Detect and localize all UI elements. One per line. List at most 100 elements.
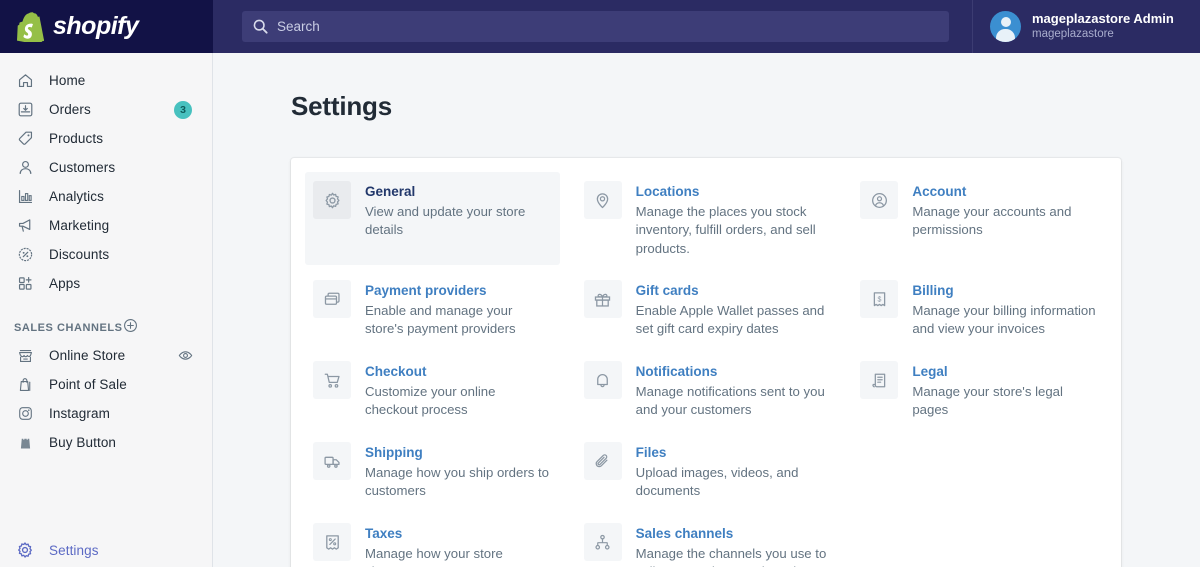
location-pin-icon — [583, 181, 622, 219]
sidebar-item-online-store[interactable]: Online Store — [0, 341, 212, 370]
settings-item-desc: View and update your store details — [365, 203, 526, 238]
channels-node-icon — [583, 523, 622, 561]
sidebar-item-point-of-sale[interactable]: Point of Sale — [0, 370, 212, 399]
settings-item-checkout[interactable]: Checkout Customize your online checkout … — [305, 352, 560, 427]
page-title: Settings — [291, 91, 392, 121]
billing-receipt-icon: $ — [860, 280, 899, 318]
eye-icon[interactable] — [178, 348, 193, 363]
tax-receipt-icon — [313, 523, 351, 561]
storefront-icon — [14, 347, 36, 364]
settings-item-desc: Enable and manage your store's payment p… — [365, 302, 516, 337]
sidebar-item-label: Discounts — [49, 247, 110, 262]
settings-item-title: Billing — [912, 283, 954, 298]
settings-item-taxes[interactable]: Taxes Manage how your store charges taxe… — [305, 514, 560, 567]
products-tag-icon — [14, 130, 36, 147]
settings-item-title: General — [365, 184, 416, 199]
settings-item-legal[interactable]: Legal Manage your store's legal pages — [852, 352, 1107, 427]
settings-item-title: Shipping — [365, 445, 423, 460]
sidebar-item-label: Instagram — [49, 406, 110, 421]
sidebar-footer: Settings — [0, 533, 212, 567]
sidebar-item-buy-button[interactable]: Buy Button — [0, 428, 212, 457]
sales-channels-header: SALES CHANNELS — [0, 315, 212, 341]
sidebar-item-analytics[interactable]: Analytics — [0, 182, 212, 211]
search-icon — [253, 19, 268, 34]
settings-item-title: Account — [912, 184, 967, 199]
settings-item-desc: Manage the channels you use to sell your… — [635, 545, 827, 567]
settings-item-title: Checkout — [365, 364, 427, 379]
sidebar-item-label: Point of Sale — [49, 377, 127, 392]
settings-item-desc: Manage your billing information and view… — [912, 302, 1096, 337]
orders-icon — [14, 101, 36, 118]
paperclip-icon — [583, 442, 622, 480]
settings-item-title: Files — [635, 445, 667, 460]
sidebar-item-label: Home — [49, 73, 86, 88]
sidebar-item-apps[interactable]: Apps — [0, 269, 212, 298]
sidebar-item-label: Settings — [49, 542, 99, 558]
search-zone: Search — [213, 0, 972, 53]
apps-grid-plus-icon — [14, 275, 36, 292]
settings-column-3: Account Manage your accounts and permiss… — [844, 172, 1121, 567]
sidebar-item-marketing[interactable]: Marketing — [0, 211, 212, 240]
user-menu[interactable]: mageplazastore Admin mageplazastore — [972, 0, 1200, 53]
settings-item-account[interactable]: Account Manage your accounts and permiss… — [852, 172, 1107, 265]
shopify-bag-icon — [17, 11, 44, 42]
search-input[interactable]: Search — [242, 11, 949, 42]
sidebar-item-label: Products — [49, 131, 104, 146]
settings-item-files[interactable]: Files Upload images, videos, and documen… — [576, 433, 837, 508]
home-icon — [14, 72, 36, 89]
settings-item-locations[interactable]: Locations Manage the places you stock in… — [576, 172, 837, 265]
sidebar-item-home[interactable]: Home — [0, 66, 212, 95]
sidebar-item-customers[interactable]: Customers — [0, 153, 212, 182]
orders-badge: 3 — [174, 100, 192, 119]
settings-item-desc: Manage your accounts and permissions — [912, 203, 1072, 238]
analytics-bar-icon — [14, 188, 36, 205]
settings-item-desc: Customize your online checkout process — [365, 383, 496, 418]
settings-item-desc: Manage notifications sent to you and you… — [635, 383, 825, 418]
sidebar-item-label: Online Store — [49, 348, 126, 363]
gift-icon — [583, 280, 622, 318]
sidebar-item-discounts[interactable]: Discounts — [0, 240, 212, 269]
settings-item-desc: Manage your store's legal pages — [912, 383, 1063, 418]
settings-item-payment-providers[interactable]: Payment providers Enable and manage your… — [305, 271, 560, 346]
settings-item-general[interactable]: General View and update your store detai… — [305, 172, 560, 265]
settings-item-notifications[interactable]: Notifications Manage notifications sent … — [576, 352, 837, 427]
svg-text:$: $ — [877, 296, 881, 303]
sidebar-item-label: Marketing — [49, 218, 110, 233]
sidebar-item-instagram[interactable]: Instagram — [0, 399, 212, 428]
customers-icon — [14, 159, 36, 176]
settings-item-shipping[interactable]: Shipping Manage how you ship orders to c… — [305, 433, 560, 508]
sidebar-item-label: Customers — [49, 160, 116, 175]
account-circle-icon — [860, 181, 899, 219]
top-bar: shopify Search mageplazastore Admin mage… — [0, 0, 1200, 53]
sidebar-item-products[interactable]: Products — [0, 124, 212, 153]
settings-column-2: Locations Manage the places you stock in… — [568, 172, 845, 567]
sidebar-item-label: Apps — [49, 276, 81, 291]
settings-item-title: Payment providers — [365, 283, 487, 298]
settings-card: General View and update your store detai… — [291, 158, 1121, 567]
user-store-name: mageplazastore — [1032, 28, 1114, 41]
avatar — [990, 11, 1021, 42]
settings-item-gift-cards[interactable]: Gift cards Enable Apple Wallet passes an… — [576, 271, 837, 346]
plus-circle-icon[interactable] — [123, 318, 138, 338]
logo-zone[interactable]: shopify — [0, 0, 213, 53]
sidebar: Home Orders 3 Products Customers Analyti… — [0, 53, 213, 567]
cart-icon — [313, 361, 351, 399]
gear-icon — [14, 541, 36, 559]
payment-card-icon — [313, 280, 351, 318]
settings-item-title: Sales channels — [635, 526, 734, 541]
logo-wordmark: shopify — [53, 12, 139, 40]
settings-item-sales-channels[interactable]: Sales channels Manage the channels you u… — [576, 514, 837, 567]
sidebar-item-label: Analytics — [49, 189, 104, 204]
settings-item-desc: Enable Apple Wallet passes and set gift … — [635, 302, 825, 337]
legal-scroll-icon — [860, 361, 899, 399]
sidebar-item-settings[interactable]: Settings — [0, 533, 212, 567]
buy-button-bag-icon — [14, 434, 36, 451]
sidebar-item-orders[interactable]: Orders 3 — [0, 95, 212, 124]
search-placeholder: Search — [277, 19, 320, 34]
settings-item-title: Locations — [635, 184, 700, 199]
settings-item-billing[interactable]: $ Billing Manage your billing informatio… — [852, 271, 1107, 346]
discounts-percent-icon — [14, 246, 36, 263]
user-name: mageplazastore Admin — [1032, 11, 1174, 27]
main-content: Settings General View and update your st… — [213, 53, 1200, 567]
settings-item-title: Legal — [912, 364, 948, 379]
